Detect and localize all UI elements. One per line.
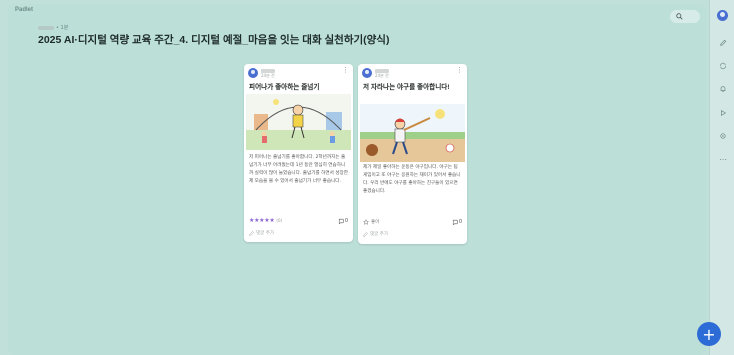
more-options-icon[interactable]: ⋮ xyxy=(456,67,463,74)
post-footer: ★★★★★ (0) 0 xyxy=(249,217,348,224)
plus-icon: + xyxy=(702,324,716,344)
board-meta: • 1분 xyxy=(38,24,68,31)
refresh-icon xyxy=(720,62,726,70)
star-outline-icon xyxy=(363,219,369,225)
comment-count: 0 xyxy=(458,219,462,225)
star-icon: ★★★★★ xyxy=(249,217,275,224)
add-comment-icon xyxy=(363,231,368,237)
brand-logo[interactable]: Padlet xyxy=(15,7,33,13)
post-time: 24분 전 xyxy=(375,72,389,78)
post-time: 24분 전 xyxy=(261,72,275,78)
pencil-icon xyxy=(720,39,727,46)
comment-count: 0 xyxy=(344,217,348,224)
avatar xyxy=(248,68,258,78)
comment-icon xyxy=(452,219,458,225)
avatar xyxy=(362,68,372,78)
post-title: 저 자라나는 야구를 좋아합니다! xyxy=(363,84,450,91)
like-label: 좋아 xyxy=(371,220,380,225)
add-comment-button[interactable]: 댓글 추가 xyxy=(249,230,274,236)
like-button[interactable]: 좋아 xyxy=(363,219,379,225)
post-author: 24분 전 xyxy=(362,68,389,78)
rating-count: (0) xyxy=(276,218,283,223)
more-menu-icon[interactable]: ⋯ xyxy=(718,154,728,164)
add-comment-label: 댓글 추가 xyxy=(256,231,274,236)
add-post-button[interactable]: + xyxy=(697,322,721,346)
post-body: 저 피어나는 줄넘기를 좋아합니다. 2학년까지는 줄넘기가 너무 어려웠는데 … xyxy=(249,155,348,184)
user-avatar[interactable] xyxy=(717,10,728,21)
post-image-jump-rope[interactable] xyxy=(246,94,351,150)
gear-icon xyxy=(720,133,726,139)
search-icon xyxy=(676,13,683,20)
board-meta-time: • 1분 xyxy=(56,25,69,31)
bell-icon xyxy=(720,86,726,92)
comment-count-button[interactable]: 0 xyxy=(338,218,348,224)
add-comment-icon xyxy=(249,230,254,236)
edit-button[interactable] xyxy=(718,38,728,48)
post-card-jump-rope[interactable]: 24분 전 ⋮ 피어나가 좋아하는 줄넘기 저 피어나는 줄넘기를 좋아합니다.… xyxy=(244,64,353,242)
settings-button[interactable] xyxy=(718,131,728,141)
right-toolbar: ⋯ xyxy=(709,0,734,355)
search-button[interactable] xyxy=(670,10,700,23)
star-rating[interactable]: ★★★★★ (0) xyxy=(249,217,282,224)
notifications-button[interactable] xyxy=(718,84,728,94)
post-title: 피어나가 좋아하는 줄넘기 xyxy=(249,84,320,91)
comment-icon xyxy=(338,218,344,224)
add-comment-label: 댓글 추가 xyxy=(370,232,388,237)
add-comment-button[interactable]: 댓글 추가 xyxy=(363,231,388,237)
post-author: 24분 전 xyxy=(248,68,275,78)
post-body: 제가 제일 좋아하는 운동은 야구입니다. 야구는 팀 게임이고 또 야구는 응… xyxy=(363,165,461,194)
post-footer: 좋아 0 xyxy=(363,219,462,225)
post-card-baseball[interactable]: 24분 전 ⋮ 저 자라나는 야구를 좋아합니다! 제가 제일 좋아하는 운동은… xyxy=(358,64,467,244)
author-name-redacted xyxy=(38,25,54,30)
play-icon xyxy=(721,109,727,117)
remake-button[interactable] xyxy=(718,61,728,71)
slideshow-button[interactable] xyxy=(718,108,728,118)
comment-count-button[interactable]: 0 xyxy=(452,219,462,225)
post-image-baseball[interactable] xyxy=(360,104,465,162)
padlet-board xyxy=(8,4,706,355)
more-options-icon[interactable]: ⋮ xyxy=(342,67,349,74)
page-title: 2025 AI·디지털 역량 교육 주간_4. 디지털 예절_마음을 잇는 대화… xyxy=(38,34,390,46)
